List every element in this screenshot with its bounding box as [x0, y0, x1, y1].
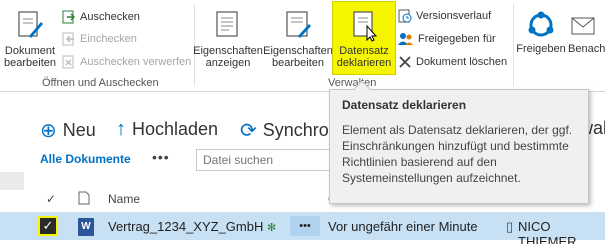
file-name-link[interactable]: Vertrag_1234_XYZ_GmbH ✻ — [108, 219, 276, 234]
notify-button[interactable]: Benach — [568, 10, 605, 55]
modified-by[interactable]: NICO THIEMER — [518, 219, 605, 244]
new-item-marker: ✻ — [267, 222, 277, 234]
version-history-label: Versionsverlauf — [416, 10, 492, 22]
modified-time: Vor ungefähr einer Minute — [328, 219, 478, 234]
declare-record-button[interactable]: Datensatz deklarieren — [332, 1, 396, 75]
checkin-label: Einchecken — [80, 33, 137, 45]
search-input[interactable] — [196, 149, 334, 171]
delete-document-button[interactable]: Dokument löschen — [398, 55, 507, 69]
new-button[interactable]: ⊕ Neu — [40, 118, 96, 143]
properties-edit-icon — [286, 11, 311, 38]
upload-arrow-icon: ↑ — [116, 118, 126, 140]
word-document-icon: W — [78, 217, 94, 236]
row-more-button[interactable]: ••• — [290, 216, 320, 236]
tooltip-body: Element als Datensatz deklarieren, der g… — [342, 123, 573, 185]
view-more-button[interactable]: ••• — [152, 149, 170, 165]
view-properties-button[interactable]: Eigenschaften anzeigen — [193, 10, 263, 69]
edit-properties-button[interactable]: Eigenschaften bearbeiten — [263, 10, 333, 69]
discard-checkout-icon — [62, 55, 74, 69]
people-icon — [398, 33, 413, 45]
share-icon — [528, 11, 554, 37]
edit-document-button[interactable]: Dokument bearbeiten — [2, 10, 58, 69]
share-label: Freigeben — [516, 43, 566, 55]
version-history-icon — [398, 9, 412, 23]
tooltip-declare-record: Datensatz deklarieren Element als Datens… — [329, 80, 589, 204]
ribbon-separator — [513, 4, 514, 86]
file-type-header-icon — [78, 191, 90, 205]
version-history-button[interactable]: Versionsverlauf — [398, 9, 491, 23]
select-all-checkmark[interactable]: ✓ — [46, 192, 56, 206]
column-header-name[interactable]: Name — [108, 192, 140, 206]
all-documents-view[interactable]: Alle Dokumente — [40, 152, 131, 166]
delete-icon — [399, 56, 411, 68]
sync-button[interactable]: ⟳ Synchroni — [240, 118, 343, 143]
notify-label: Benach — [568, 43, 605, 55]
checkout-label: Auschecken — [80, 11, 140, 23]
checkin-button[interactable]: Einchecken — [62, 32, 137, 46]
declare-record-label: Datensatz deklarieren — [336, 45, 392, 69]
upload-button[interactable]: ↑ Hochladen — [116, 118, 218, 141]
checkout-button[interactable]: Auschecken — [62, 10, 140, 24]
edit-properties-label: Eigenschaften bearbeiten — [263, 45, 333, 69]
checkout-icon — [62, 10, 75, 24]
presence-indicator: ▯ — [506, 219, 514, 234]
shared-with-button[interactable]: Freigegeben für — [398, 32, 496, 46]
discard-checkout-button[interactable]: Auschecken verwerfen — [62, 55, 191, 69]
sync-icon: ⟳ — [240, 120, 257, 142]
upload-label: Hochladen — [132, 119, 219, 139]
view-properties-label: Eigenschaften anzeigen — [193, 45, 263, 69]
file-name: Vertrag_1234_XYZ_GmbH — [108, 219, 264, 234]
edit-document-label: Dokument bearbeiten — [4, 45, 56, 69]
shared-with-label: Freigegeben für — [418, 33, 496, 45]
discard-checkout-label: Auschecken verwerfen — [80, 56, 192, 68]
tooltip-title: Datensatz deklarieren — [342, 98, 467, 112]
document-edit-icon — [18, 11, 43, 38]
delete-document-label: Dokument löschen — [416, 56, 508, 68]
plus-circle-icon: ⊕ — [40, 120, 57, 142]
declare-record-icon — [353, 11, 378, 42]
checkin-icon — [62, 32, 74, 46]
row-checkbox-checked[interactable]: ✓ — [38, 216, 58, 236]
share-button[interactable]: Freigeben — [516, 10, 566, 55]
new-label: Neu — [62, 120, 96, 140]
notify-icon — [571, 17, 595, 35]
ribbon: Dokument bearbeiten Auschecken Einchecke… — [0, 0, 605, 92]
properties-view-icon — [216, 11, 238, 37]
group-label-open-checkout: Öffnen und Auschecken — [42, 77, 159, 89]
table-row[interactable]: ✓ W Vertrag_1234_XYZ_GmbH ✻ ••• Vor unge… — [0, 212, 605, 244]
